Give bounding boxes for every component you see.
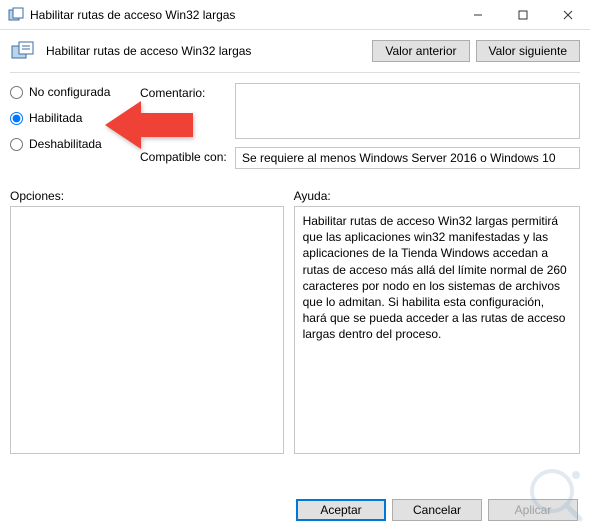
comment-label: Comentario: xyxy=(140,83,235,100)
radio-disabled-input[interactable] xyxy=(10,138,23,151)
separator xyxy=(10,72,580,73)
radio-enabled[interactable]: Habilitada xyxy=(10,111,140,125)
maximize-button[interactable] xyxy=(500,0,545,29)
next-setting-button[interactable]: Valor siguiente xyxy=(476,40,581,62)
ok-button[interactable]: Aceptar xyxy=(296,499,386,521)
compatible-label: Compatible con: xyxy=(140,147,235,164)
help-panel[interactable]: Habilitar rutas de acceso Win32 largas p… xyxy=(294,206,580,454)
titlebar: Habilitar rutas de acceso Win32 largas xyxy=(0,0,590,30)
options-label: Opciones: xyxy=(10,189,284,206)
close-button[interactable] xyxy=(545,0,590,29)
comment-textarea[interactable] xyxy=(235,83,580,139)
minimize-button[interactable] xyxy=(455,0,500,29)
radio-enabled-label: Habilitada xyxy=(29,111,82,125)
apply-button[interactable]: Aplicar xyxy=(488,499,578,521)
previous-setting-button[interactable]: Valor anterior xyxy=(372,40,469,62)
policy-header-icon xyxy=(10,40,38,62)
window-title: Habilitar rutas de acceso Win32 largas xyxy=(30,8,455,22)
radio-disabled[interactable]: Deshabilitada xyxy=(10,137,140,151)
header-row: Habilitar rutas de acceso Win32 largas V… xyxy=(10,36,580,70)
radio-disabled-label: Deshabilitada xyxy=(29,137,102,151)
footer-buttons: Aceptar Cancelar Aplicar xyxy=(296,499,578,521)
radio-enabled-input[interactable] xyxy=(10,112,23,125)
options-panel[interactable] xyxy=(10,206,284,454)
radio-not-configured-label: No configurada xyxy=(29,85,110,99)
policy-title: Habilitar rutas de acceso Win32 largas xyxy=(46,44,364,58)
compatible-with-box[interactable]: Se requiere al menos Windows Server 2016… xyxy=(235,147,580,169)
radio-not-configured-input[interactable] xyxy=(10,86,23,99)
cancel-button[interactable]: Cancelar xyxy=(392,499,482,521)
window-controls xyxy=(455,0,590,29)
policy-icon xyxy=(8,7,24,23)
radio-not-configured[interactable]: No configurada xyxy=(10,85,140,99)
help-label: Ayuda: xyxy=(294,189,580,206)
